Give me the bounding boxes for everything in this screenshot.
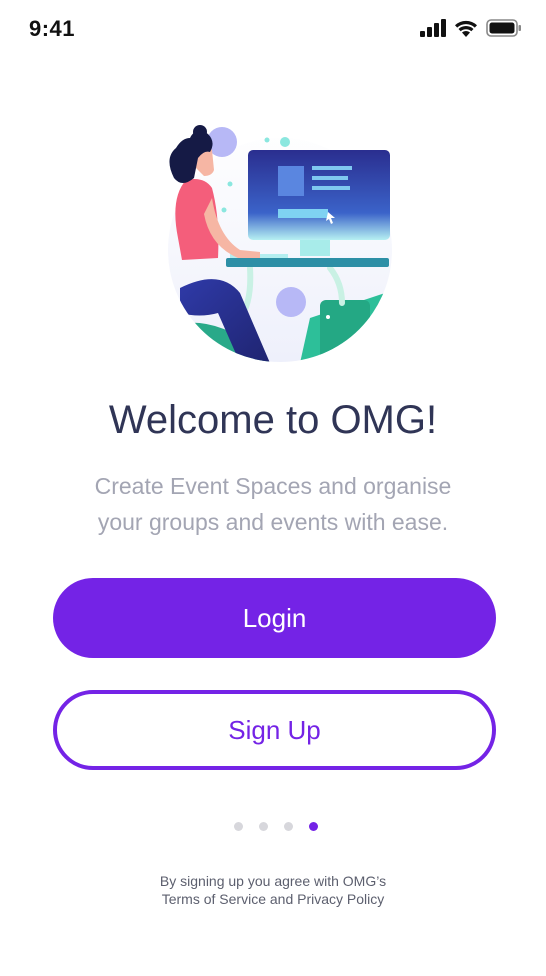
status-time: 9:41: [29, 16, 76, 41]
status-bar: 9:41: [0, 0, 546, 58]
page-indicator: [0, 822, 546, 831]
page-dot[interactable]: [283, 822, 293, 831]
status-icons: [420, 19, 522, 42]
welcome-title: Welcome to OMG!: [108, 398, 438, 442]
wifi-icon: [454, 19, 478, 42]
welcome-illustration: [160, 118, 400, 363]
page-dot-active[interactable]: [308, 822, 318, 831]
battery-icon: [486, 19, 522, 42]
page-dot[interactable]: [233, 822, 243, 831]
page-dot[interactable]: [258, 822, 268, 831]
legal-notice: By signing up you agree with OMG’s Terms…: [0, 872, 546, 908]
sign-up-button[interactable]: Sign Up: [53, 690, 496, 770]
legal-line-1: By signing up you agree with OMG’s: [159, 873, 387, 889]
welcome-subtitle: Create Event Spaces and organise your gr…: [60, 468, 486, 540]
login-button[interactable]: Login: [53, 578, 496, 658]
subtitle-line-2: your groups and events with ease.: [97, 509, 449, 535]
subtitle-line-1: Create Event Spaces and organise: [94, 473, 452, 499]
terms-privacy-link[interactable]: Terms of Service and Privacy Policy: [0, 890, 546, 908]
cellular-signal-icon: [420, 19, 446, 42]
